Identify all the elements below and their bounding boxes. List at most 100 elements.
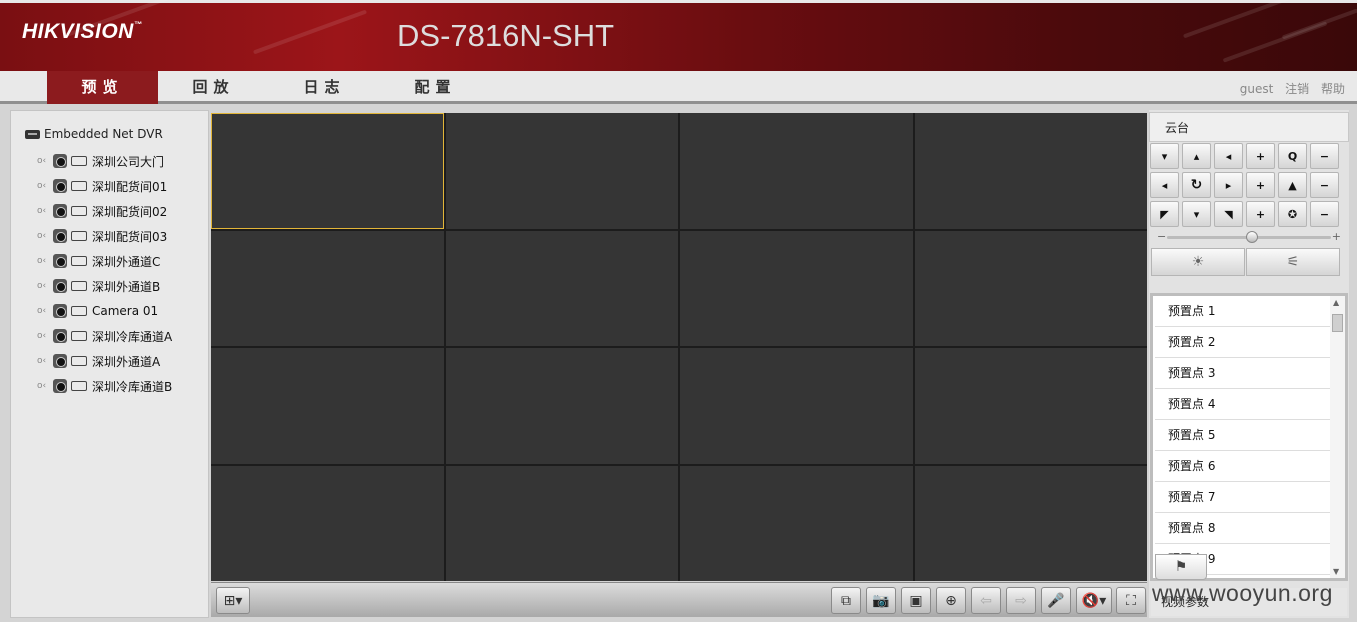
slider-knob[interactable] bbox=[1246, 231, 1259, 243]
tree-channel[interactable]: o‹ 深圳配货间01 bbox=[37, 176, 167, 196]
tree-channel[interactable]: o‹ 深圳外通道A bbox=[37, 351, 160, 371]
snapshot-button[interactable]: 📷 bbox=[866, 587, 896, 614]
tree-channel[interactable]: o‹ 深圳外通道B bbox=[37, 276, 160, 296]
video-window[interactable] bbox=[211, 230, 444, 346]
zoom-minus-button[interactable]: − bbox=[1310, 143, 1339, 169]
ptz-up-right-button[interactable]: ◂ bbox=[1214, 143, 1243, 169]
digital-zoom-button[interactable]: ⊕ bbox=[936, 587, 966, 614]
record-icon[interactable] bbox=[71, 181, 87, 191]
video-window[interactable] bbox=[914, 113, 1147, 229]
layout-select-button[interactable]: ⊞▾ bbox=[216, 587, 250, 614]
preset-item[interactable]: 预置点 2 bbox=[1155, 327, 1331, 358]
camera-icon[interactable] bbox=[53, 354, 67, 368]
iris-plus-button[interactable]: + bbox=[1246, 201, 1275, 227]
tree-root-label: Embedded Net DVR bbox=[44, 127, 163, 141]
camera-icon[interactable] bbox=[53, 304, 67, 318]
logout-link[interactable]: 注销 bbox=[1285, 82, 1309, 96]
tab-log[interactable]: 日志 bbox=[269, 71, 380, 104]
record-icon[interactable] bbox=[71, 206, 87, 216]
ptz-down-left-button[interactable]: ▾ bbox=[1150, 143, 1179, 169]
video-window[interactable] bbox=[211, 113, 444, 229]
video-window[interactable] bbox=[211, 465, 444, 581]
video-window[interactable] bbox=[914, 230, 1147, 346]
volume-button[interactable]: 🔇▾ bbox=[1076, 587, 1112, 614]
video-window[interactable] bbox=[914, 348, 1147, 464]
video-window[interactable] bbox=[445, 348, 678, 464]
header-banner: HIKVISION™ DS-7816N-SHT bbox=[0, 0, 1357, 71]
tree-root-dvr[interactable]: Embedded Net DVR bbox=[25, 127, 163, 141]
tree-channel[interactable]: o‹ Camera 01 bbox=[37, 301, 158, 321]
camera-icon[interactable] bbox=[53, 229, 67, 243]
ptz-right-button[interactable]: ▸ bbox=[1214, 172, 1243, 198]
tree-channel[interactable]: o‹ 深圳配货间02 bbox=[37, 201, 167, 221]
ptz-auto-button[interactable]: ↻ bbox=[1182, 172, 1211, 198]
tree-channel[interactable]: o‹ 深圳配货间03 bbox=[37, 226, 167, 246]
record-icon[interactable] bbox=[71, 331, 87, 341]
scroll-up-icon[interactable]: ▲ bbox=[1333, 298, 1339, 307]
record-icon[interactable] bbox=[71, 156, 87, 166]
tab-preview[interactable]: 预览 bbox=[47, 71, 158, 104]
ptz-down-button[interactable]: ▾ bbox=[1182, 201, 1211, 227]
video-window[interactable] bbox=[914, 465, 1147, 581]
camera-icon[interactable] bbox=[53, 179, 67, 193]
light-button[interactable]: ☀ bbox=[1151, 248, 1245, 276]
video-window[interactable] bbox=[445, 465, 678, 581]
plus-icon: + bbox=[1255, 178, 1266, 192]
record-icon[interactable] bbox=[71, 256, 87, 266]
multi-window-button[interactable]: ⧉ bbox=[831, 587, 861, 614]
camera-icon[interactable] bbox=[53, 329, 67, 343]
tab-config[interactable]: 配置 bbox=[380, 71, 491, 104]
camera-icon[interactable] bbox=[53, 254, 67, 268]
fullscreen-button[interactable]: ⛶ bbox=[1116, 587, 1146, 614]
help-link[interactable]: 帮助 bbox=[1321, 82, 1345, 96]
record-button[interactable]: ▣ bbox=[901, 587, 931, 614]
tab-playback[interactable]: 回放 bbox=[158, 71, 269, 104]
video-window[interactable] bbox=[680, 348, 913, 464]
video-window[interactable] bbox=[445, 113, 678, 229]
wiper-button[interactable]: ⚟ bbox=[1246, 248, 1340, 276]
video-window[interactable] bbox=[211, 348, 444, 464]
camera-icon[interactable] bbox=[53, 154, 67, 168]
scroll-down-icon[interactable]: ▼ bbox=[1333, 567, 1339, 576]
tree-channel[interactable]: o‹ 深圳冷库通道A bbox=[37, 326, 172, 346]
microphone-button[interactable]: 🎤 bbox=[1041, 587, 1071, 614]
zoom-plus-button[interactable]: + bbox=[1246, 143, 1275, 169]
ptz-left-button[interactable]: ◂ bbox=[1150, 172, 1179, 198]
record-icon[interactable] bbox=[71, 306, 87, 316]
video-window[interactable] bbox=[445, 230, 678, 346]
tree-channel[interactable]: o‹ 深圳冷库通道B bbox=[37, 376, 172, 396]
ptz-up-button[interactable]: ▴ bbox=[1182, 143, 1211, 169]
record-icon[interactable] bbox=[71, 231, 87, 241]
camera-icon[interactable] bbox=[53, 279, 67, 293]
ptz-down-left-button[interactable]: ◤ bbox=[1150, 201, 1179, 227]
preset-item[interactable]: 预置点 3 bbox=[1155, 358, 1331, 389]
preset-tab-button[interactable]: ⚑ bbox=[1155, 554, 1207, 580]
record-icon[interactable] bbox=[71, 281, 87, 291]
preset-item[interactable]: 预置点 4 bbox=[1155, 389, 1331, 420]
record-icon[interactable] bbox=[71, 381, 87, 391]
preset-list: 预置点 1 预置点 2 预置点 3 预置点 4 预置点 5 预置点 6 预置点 … bbox=[1150, 293, 1348, 581]
prev-page-button[interactable]: ⇦ bbox=[971, 587, 1001, 614]
preset-item[interactable]: 预置点 7 bbox=[1155, 482, 1331, 513]
ptz-down-right-button[interactable]: ◥ bbox=[1214, 201, 1243, 227]
camera-icon[interactable] bbox=[53, 204, 67, 218]
focus-minus-button[interactable]: − bbox=[1310, 172, 1339, 198]
tree-channel[interactable]: o‹ 深圳公司大门 bbox=[37, 151, 164, 171]
iris-minus-button[interactable]: − bbox=[1310, 201, 1339, 227]
preset-item[interactable]: 预置点 5 bbox=[1155, 420, 1331, 451]
channel-label: 深圳配货间01 bbox=[92, 179, 168, 194]
video-window[interactable] bbox=[680, 230, 913, 346]
preset-item[interactable]: 预置点 8 bbox=[1155, 513, 1331, 544]
video-window[interactable] bbox=[680, 113, 913, 229]
video-window[interactable] bbox=[680, 465, 913, 581]
preset-scrollbar[interactable]: ▲ ▼ bbox=[1330, 296, 1345, 578]
scroll-thumb[interactable] bbox=[1332, 314, 1343, 332]
record-icon[interactable] bbox=[71, 356, 87, 366]
preset-item[interactable]: 预置点 6 bbox=[1155, 451, 1331, 482]
ptz-speed-slider[interactable]: − + bbox=[1153, 230, 1345, 244]
preset-item[interactable]: 预置点 1 bbox=[1155, 296, 1331, 327]
camera-icon[interactable] bbox=[53, 379, 67, 393]
tree-channel[interactable]: o‹ 深圳外通道C bbox=[37, 251, 160, 271]
next-page-button[interactable]: ⇨ bbox=[1006, 587, 1036, 614]
focus-plus-button[interactable]: + bbox=[1246, 172, 1275, 198]
